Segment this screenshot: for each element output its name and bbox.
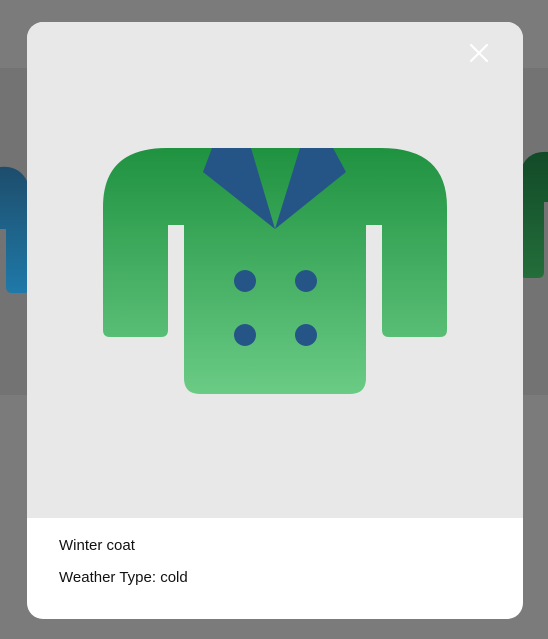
coat-button — [295, 324, 317, 346]
weather-type-value: cold — [160, 569, 188, 586]
coat-button — [295, 270, 317, 292]
item-weather-type: Weather Type: cold — [59, 568, 499, 588]
coat-button — [234, 324, 256, 346]
close-icon[interactable] — [465, 39, 493, 67]
winter-coat-icon — [103, 148, 447, 394]
item-image-preview — [27, 22, 523, 518]
item-detail-modal: Winter coat Weather Type: cold — [27, 22, 523, 619]
weather-type-label: Weather Type: — [59, 569, 157, 586]
coat-button — [234, 270, 256, 292]
coat-body — [184, 148, 366, 394]
item-info: Winter coat Weather Type: cold — [59, 536, 499, 588]
item-name: Winter coat — [59, 537, 135, 554]
